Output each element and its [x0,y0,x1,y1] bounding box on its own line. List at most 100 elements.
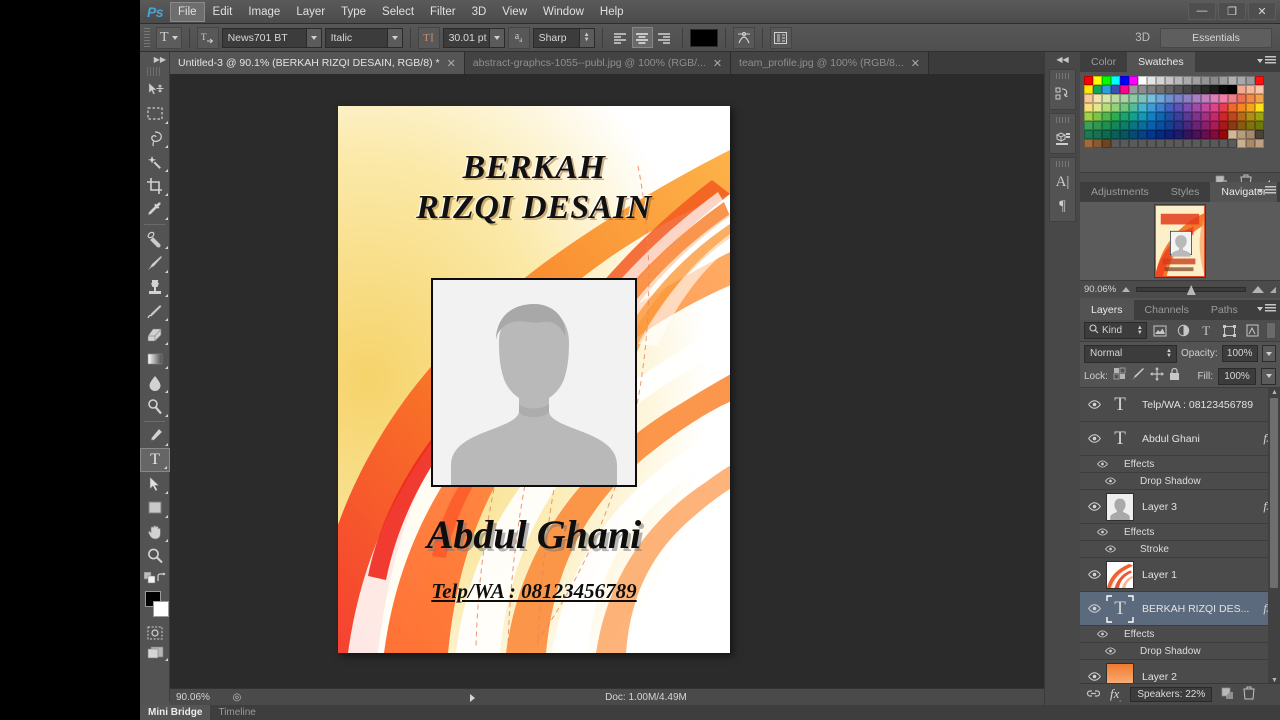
swatch[interactable] [1219,121,1228,130]
layer-row[interactable]: TBERKAH RIZQI DES...fx [1080,592,1280,626]
layer-thumbnail-gradient[interactable] [1106,662,1134,685]
swatch[interactable] [1192,121,1201,130]
layer-visibility-icon[interactable] [1082,502,1106,511]
artwork-photo-frame[interactable] [431,278,637,487]
swatch[interactable] [1093,94,1102,103]
swatch[interactable] [1255,103,1264,112]
swatch[interactable] [1228,112,1237,121]
swatch[interactable] [1129,121,1138,130]
layer-visibility-icon[interactable] [1082,434,1106,443]
warp-text-icon[interactable] [732,26,755,49]
swatch[interactable] [1183,103,1192,112]
navigator-zoom-value[interactable]: 90.06% [1084,284,1116,295]
swatch[interactable] [1246,121,1255,130]
swatch[interactable] [1147,85,1156,94]
swatch[interactable] [1183,121,1192,130]
artwork-title[interactable]: BERKAH RIZQI DESAIN [338,148,730,228]
tab-styles[interactable]: Styles [1160,182,1211,202]
swatch[interactable] [1210,112,1219,121]
swatch[interactable] [1237,103,1246,112]
history-brush-tool[interactable] [140,299,170,323]
swatch[interactable] [1210,103,1219,112]
swatch[interactable] [1192,94,1201,103]
swatch[interactable] [1111,139,1120,148]
menu-view[interactable]: View [494,2,535,22]
swatch[interactable] [1174,139,1183,148]
tab-color[interactable]: Color [1080,52,1127,72]
swatch[interactable] [1084,103,1093,112]
swatch[interactable] [1183,112,1192,121]
swatch[interactable] [1084,94,1093,103]
swatch[interactable] [1183,94,1192,103]
swatch[interactable] [1255,112,1264,121]
swatch[interactable] [1120,85,1129,94]
swatch[interactable] [1201,139,1210,148]
swatch[interactable] [1201,112,1210,121]
swatch[interactable] [1138,139,1147,148]
menu-help[interactable]: Help [592,2,632,22]
hand-tool[interactable] [140,520,170,544]
swatch[interactable] [1084,112,1093,121]
opacity-chevron-down-icon[interactable] [1261,345,1276,362]
swatch[interactable] [1084,76,1093,85]
paragraph-panel-icon[interactable]: ¶ [1050,194,1075,218]
swatch[interactable] [1102,121,1111,130]
swatch[interactable] [1246,112,1255,121]
swatch[interactable] [1102,130,1111,139]
swatch[interactable] [1129,85,1138,94]
swatch[interactable] [1111,130,1120,139]
smart-object-filter-icon[interactable] [1243,322,1262,340]
artboard[interactable]: BERKAH RIZQI DESAIN Abdul Ghani Telp/WA … [338,106,730,653]
swatch[interactable] [1183,85,1192,94]
swatch[interactable] [1093,130,1102,139]
layer-name[interactable]: Layer 2 [1142,671,1280,683]
swatch[interactable] [1138,112,1147,121]
swatch[interactable] [1255,130,1264,139]
panel-menu-icon[interactable] [1257,56,1276,65]
lock-image-icon[interactable] [1131,367,1145,385]
swatch[interactable] [1192,130,1201,139]
swatch[interactable] [1228,94,1237,103]
swatch[interactable] [1192,103,1201,112]
close-icon[interactable]: ✕ [911,57,920,70]
panel-grip[interactable] [1056,161,1069,167]
swatch[interactable] [1138,76,1147,85]
swatch[interactable] [1228,85,1237,94]
swatch[interactable] [1201,130,1210,139]
swatch[interactable] [1192,112,1201,121]
swatch[interactable] [1237,94,1246,103]
swatch[interactable] [1165,85,1174,94]
swatch[interactable] [1111,121,1120,130]
swatch[interactable] [1120,94,1129,103]
layer-name[interactable]: Layer 3 [1142,501,1263,513]
lasso-tool[interactable] [140,126,170,150]
swatch[interactable] [1165,112,1174,121]
artwork-name[interactable]: Abdul Ghani [338,511,730,558]
swatch[interactable] [1165,121,1174,130]
swatch[interactable] [1201,103,1210,112]
layer-visibility-icon[interactable] [1082,672,1106,681]
swatch[interactable] [1246,130,1255,139]
document-tab-team-profile[interactable]: team_profile.jpg @ 100% (RGB/8... ✕ [731,52,929,74]
layer-effects-group[interactable]: Effects [1080,524,1280,541]
layer-effect-item[interactable]: Drop Shadow [1080,643,1280,660]
font-size-input[interactable]: 30.01 pt [442,27,505,48]
swatch[interactable] [1192,139,1201,148]
swatch[interactable] [1156,130,1165,139]
swatch[interactable] [1183,130,1192,139]
panel-grip[interactable] [1056,73,1069,79]
layer-effects-group[interactable]: Effects [1080,456,1280,473]
swatch[interactable] [1174,103,1183,112]
panel-resize-grip[interactable]: ◢ [1270,285,1276,294]
swatch[interactable] [1237,76,1246,85]
swatch[interactable] [1120,130,1129,139]
layer-row[interactable]: Layer 3fx [1080,490,1280,524]
swatch[interactable] [1174,121,1183,130]
swatch-grid[interactable] [1080,72,1280,148]
swatch[interactable] [1156,76,1165,85]
font-family-select[interactable]: News701 BT [221,27,322,48]
document-tab-abstract-graphics[interactable]: abstract-graphcs-1055--publ.jpg @ 100% (… [464,52,732,74]
swatch[interactable] [1138,130,1147,139]
swatch[interactable] [1084,130,1093,139]
default-colors-icon[interactable] [143,571,156,589]
